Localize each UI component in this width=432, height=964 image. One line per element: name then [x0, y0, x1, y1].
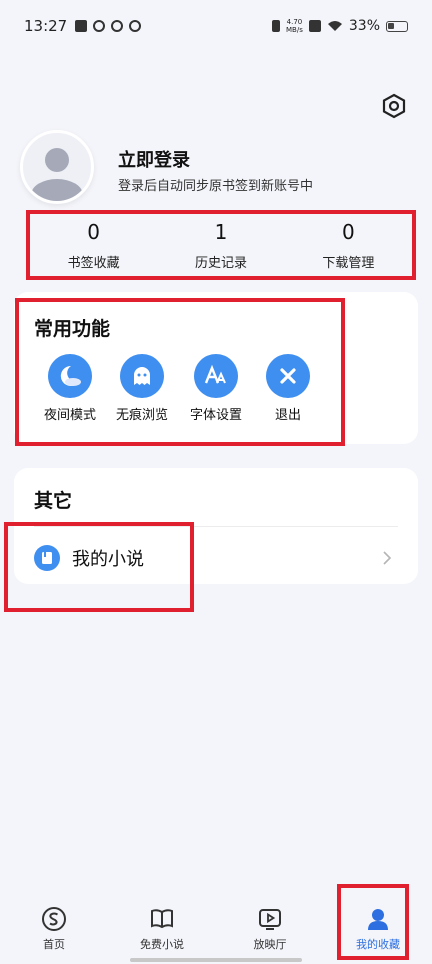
nav-label: 免费小说: [140, 938, 184, 951]
stat-value: 0: [87, 219, 101, 244]
nav-home[interactable]: 首页: [0, 896, 108, 964]
stats-row: 0 书签收藏 1 历史记录 0 下载管理: [26, 210, 416, 280]
other-title: 其它: [34, 490, 73, 512]
nav-label: 放映厅: [253, 938, 287, 951]
login-subtitle: 登录后自动同步原书签到新账号中: [118, 179, 314, 194]
stat-downloads[interactable]: 0 下载管理: [285, 214, 412, 276]
gear-icon: [382, 93, 406, 119]
play-icon: [259, 909, 281, 930]
fan-notification-icon: [129, 20, 142, 32]
stat-label: 书签收藏: [67, 255, 120, 271]
battery-percent: 33%: [348, 18, 380, 34]
home-icon: [42, 907, 66, 931]
battery-icon: [386, 20, 408, 32]
nav-cinema[interactable]: 放映厅: [216, 896, 324, 964]
nav-free-novels[interactable]: 免费小说: [108, 896, 216, 964]
stat-bookmarks[interactable]: 0 书签收藏: [30, 214, 157, 276]
highlight-frame: [4, 522, 194, 612]
vibrate-icon: [272, 20, 281, 32]
home-indicator: [130, 958, 302, 962]
wifi-icon: [327, 21, 342, 31]
open-book-icon: [151, 909, 173, 929]
avatar[interactable]: [20, 130, 94, 204]
app-notification-icon: [93, 20, 106, 32]
highlight-frame: [337, 884, 409, 960]
net-speed: 4.70 MB/s: [286, 18, 303, 34]
login-title[interactable]: 立即登录: [118, 146, 190, 172]
stat-history[interactable]: 1 历史记录: [157, 214, 284, 276]
mail-notification-icon: [75, 20, 88, 32]
highlight-frame: [15, 298, 345, 446]
stat-value: 0: [341, 219, 355, 244]
stat-value: 1: [214, 219, 228, 244]
settings-button[interactable]: [380, 92, 408, 120]
default-avatar-icon: [31, 148, 83, 201]
status-time: 13:27: [24, 17, 68, 35]
signal-off-icon: [308, 20, 321, 32]
nav-label: 首页: [43, 938, 65, 951]
chevron-right-icon: [383, 551, 392, 565]
stat-label: 历史记录: [194, 255, 247, 271]
status-bar: 13:27 4.70 MB/s 33%: [0, 0, 432, 52]
stat-label: 下载管理: [322, 255, 375, 271]
sync-notification-icon: [111, 20, 124, 32]
